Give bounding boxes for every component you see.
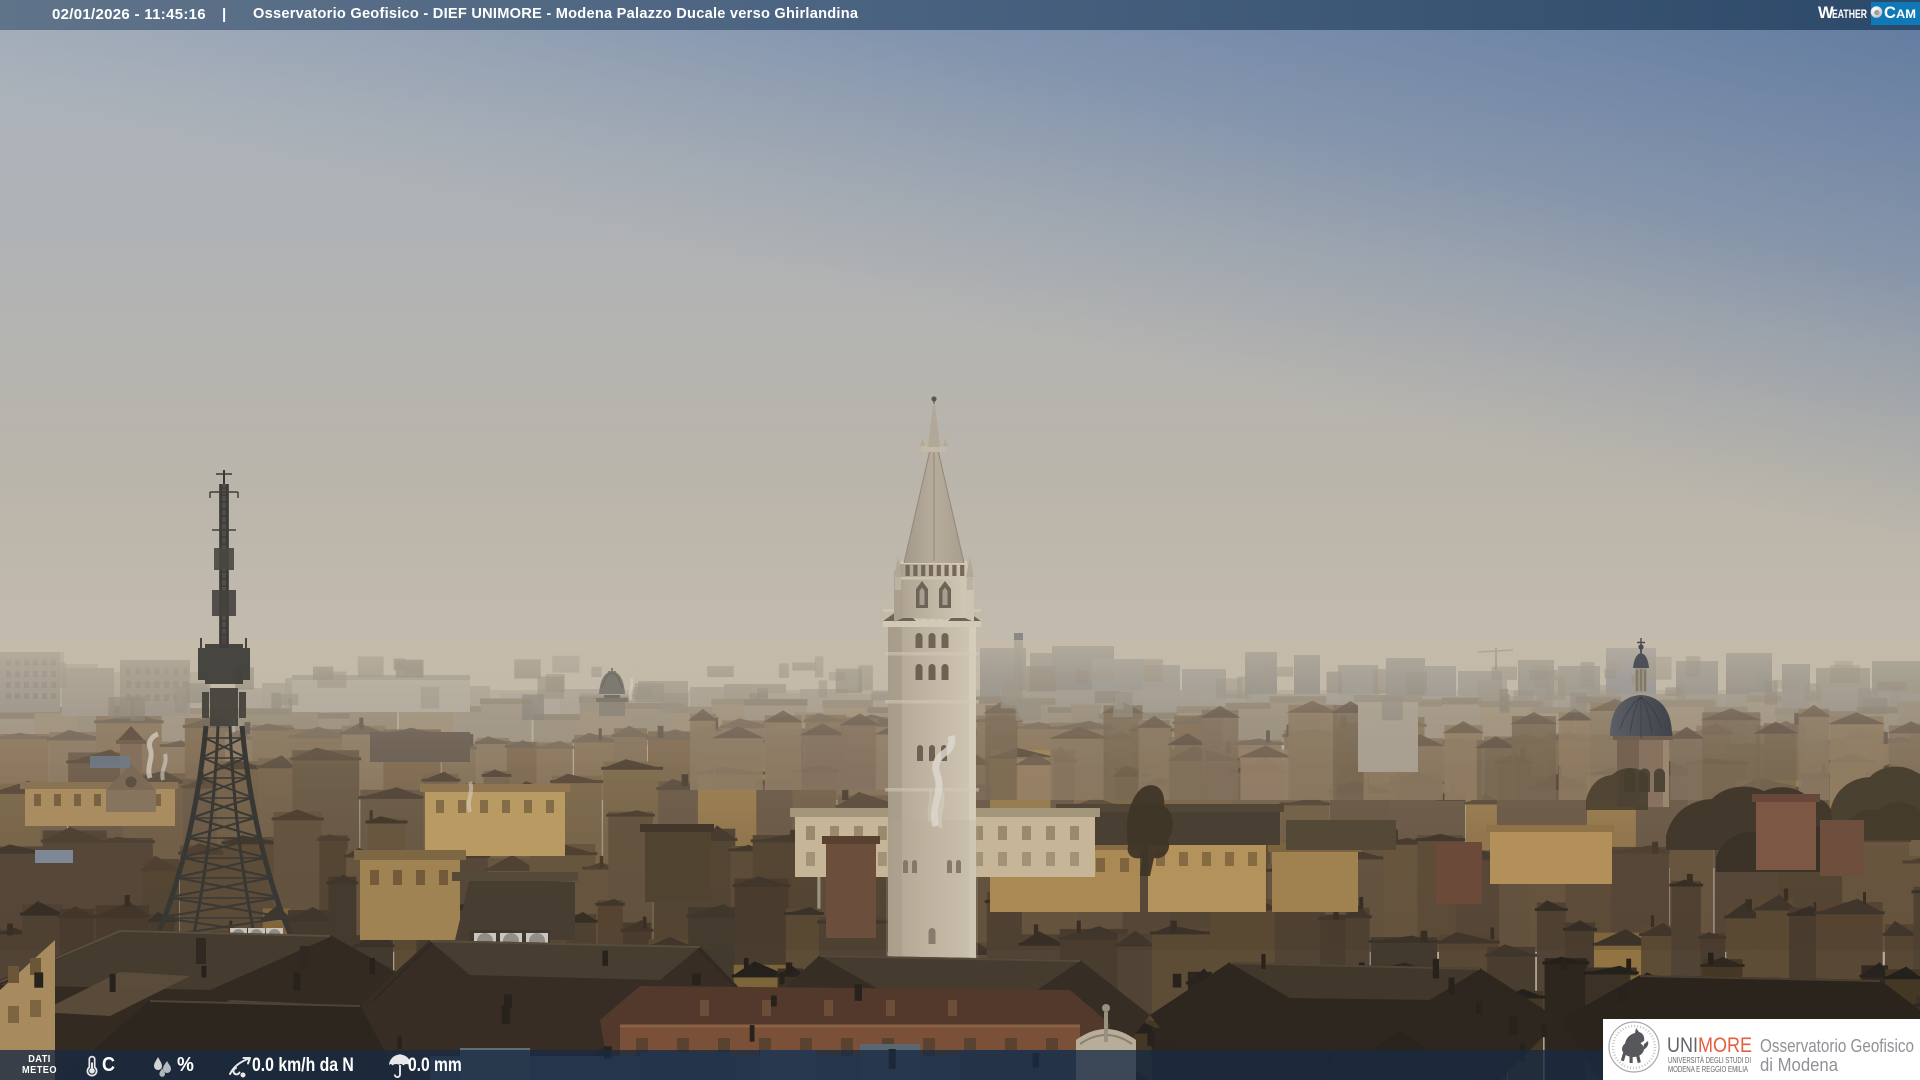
svg-text:UNIMORE: UNIMORE [1667,1034,1752,1057]
svg-text:di Modena: di Modena [1760,1054,1839,1075]
svg-text:EATHER: EATHER [1832,9,1868,21]
svg-text:Osservatorio Geofisico: Osservatorio Geofisico [1760,1035,1914,1056]
svg-text:AM: AM [1896,9,1916,21]
svg-text:UNIVERSITÀ DEGLI STUDI DI: UNIVERSITÀ DEGLI STUDI DI [1668,1055,1751,1065]
svg-text:MODENA E REGGIO EMILIA: MODENA E REGGIO EMILIA [1668,1065,1748,1074]
svg-text:C: C [1884,4,1896,22]
